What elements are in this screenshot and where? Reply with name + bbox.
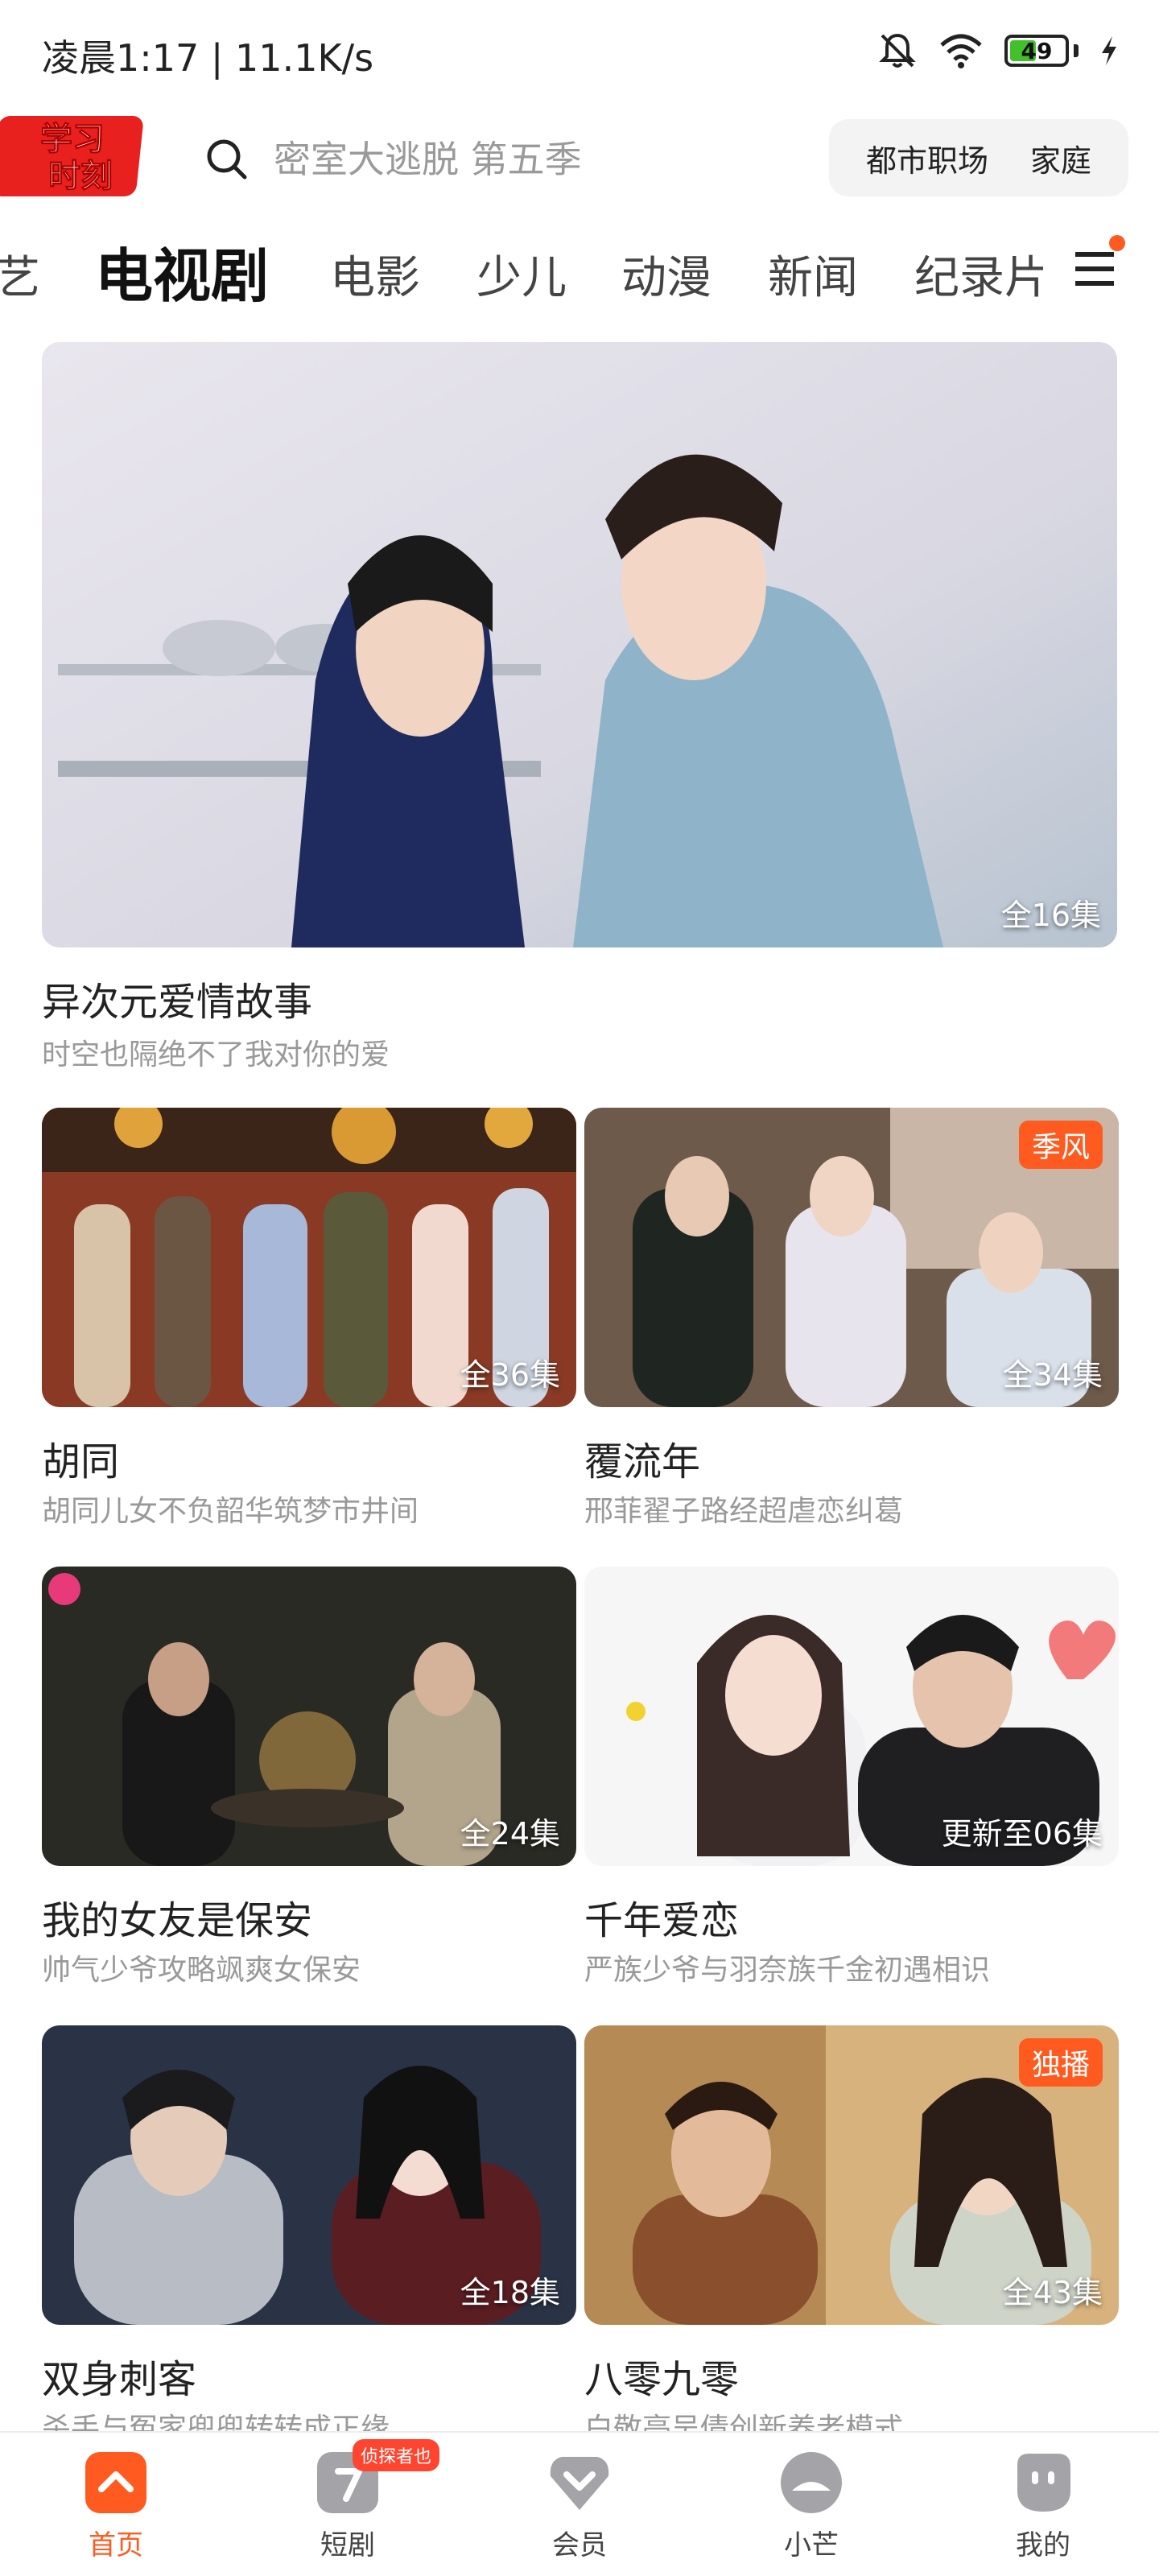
wifi-icon — [940, 34, 982, 68]
drama-title: 覆流年 — [584, 1439, 701, 1484]
notification-dot — [1109, 235, 1125, 251]
tab-tv-series[interactable]: 电视剧 — [95, 229, 269, 313]
featured-title: 异次元爱情故事 — [42, 980, 313, 1025]
svg-text:学习: 学习 — [40, 121, 105, 158]
status-time-speed: 凌晨1:17 | 11.1K/s — [42, 36, 374, 80]
drama-title: 我的女友是保安 — [42, 1898, 313, 1943]
tab-variety[interactable]: 艺 — [0, 242, 40, 307]
tab-anime[interactable]: 动漫 — [621, 242, 711, 307]
tab-movie[interactable]: 电影 — [330, 242, 420, 307]
drama-card[interactable]: 全36集 胡同 胡同儿女不负韶华筑梦市井间 — [42, 1108, 576, 1528]
mute-bell-icon — [879, 33, 916, 68]
charging-icon — [1102, 36, 1116, 65]
drama-title: 胡同 — [42, 1439, 120, 1484]
vip-heart-icon — [550, 2457, 609, 2510]
featured-image — [42, 342, 1117, 947]
logo-graphic: 学习 时刻 — [0, 116, 143, 196]
nav-short-drama-label: 短剧 — [320, 2529, 375, 2562]
home-icon — [85, 2452, 146, 2513]
drama-subtitle: 胡同儿女不负韶华筑梦市井间 — [42, 1495, 419, 1528]
drama-card[interactable]: 季风 全34集 覆流年 邢菲翟子路经超虐恋纠葛 — [584, 1108, 1119, 1528]
xiaomang-icon — [781, 2452, 842, 2513]
featured-subtitle: 时空也隔绝不了我对你的爱 — [42, 1038, 390, 1071]
drama-badge: 季风 — [1018, 1121, 1103, 1169]
hot-tag-family[interactable]: 家庭 — [1030, 136, 1091, 180]
drama-card[interactable]: 独播 全43集 八零九零 白敬亭吴倩创新养老模式 — [584, 2025, 1119, 2433]
tab-documentary[interactable]: 纪录片 — [914, 242, 1043, 307]
search-icon[interactable] — [203, 135, 251, 184]
drama-title: 千年爱恋 — [584, 1898, 740, 1943]
drama-thumbnail: 全36集 — [42, 1108, 576, 1407]
featured-thumbnail: 全16集 — [42, 342, 1117, 947]
drama-thumbnail: 全18集 — [42, 2025, 576, 2325]
tab-kids[interactable]: 少儿 — [476, 242, 567, 307]
drama-title: 双身刺客 — [42, 2357, 197, 2402]
nav-xiaomang-label: 小芒 — [784, 2529, 839, 2562]
featured-card[interactable]: 全16集 异次元爱情故事 时空也隔绝不了我对你的爱 — [42, 342, 1117, 1071]
battery-level: 49 — [1021, 37, 1053, 64]
drama-episodes: 全24集 — [460, 1816, 560, 1852]
profile-icon — [1017, 2454, 1070, 2512]
nav-home-label: 首页 — [89, 2529, 143, 2562]
short-drama-badge: 侦探者也 — [353, 2439, 440, 2471]
drama-thumbnail: 全24集 — [42, 1567, 576, 1866]
drama-card[interactable]: 更新至06集 千年爱恋 严族少爷与羽奈族千金初遇相识 — [584, 1567, 1119, 1987]
drama-episodes: 全18集 — [460, 2275, 560, 2310]
drama-thumbnail: 更新至06集 — [584, 1567, 1119, 1866]
hot-tags: 都市职场 家庭 — [829, 119, 1128, 196]
bottom-nav: 首页 短剧 侦探者也 会员 小芒 我的 — [0, 2431, 1159, 2576]
hot-tag-urban[interactable]: 都市职场 — [866, 136, 988, 180]
drama-thumbnail: 独播 全43集 — [584, 2025, 1119, 2325]
drama-episodes: 全43集 — [1002, 2275, 1103, 2310]
header: 学习 时刻 都市职场 家庭 — [0, 105, 1159, 209]
drama-episodes: 全36集 — [460, 1357, 560, 1393]
nav-vip[interactable]: 会员 — [523, 2449, 636, 2562]
status-bar: 凌晨1:17 | 11.1K/s 49 — [0, 0, 1159, 105]
status-icons: 49 — [877, 31, 1119, 71]
nav-profile[interactable]: 我的 — [987, 2449, 1099, 2562]
nav-vip-label: 会员 — [552, 2529, 607, 2562]
drama-title: 八零九零 — [584, 2357, 740, 2402]
drama-thumbnail: 季风 全34集 — [584, 1108, 1119, 1407]
category-tabs: 艺 电视剧 电影 少儿 动漫 新闻 纪录片 — [0, 217, 1159, 322]
tab-news[interactable]: 新闻 — [768, 242, 858, 307]
drama-card[interactable]: 全18集 双身刺客 杀手与冤家兜兜转转成正缘 — [42, 2025, 576, 2433]
drama-subtitle: 帅气少爷攻略飒爽女保安 — [42, 1954, 361, 1987]
app-logo[interactable]: 学习 时刻 — [0, 108, 149, 204]
nav-profile-label: 我的 — [1016, 2529, 1070, 2562]
battery-tip — [1074, 44, 1079, 57]
featured-episodes: 全16集 — [1000, 898, 1101, 933]
battery-icon: 49 — [1004, 35, 1069, 67]
menu-icon[interactable] — [1070, 245, 1119, 293]
drama-card[interactable]: 全24集 我的女友是保安 帅气少爷攻略飒爽女保安 — [42, 1567, 576, 1987]
drama-episodes: 全34集 — [1002, 1357, 1103, 1393]
nav-xiaomang[interactable]: 小芒 — [755, 2449, 868, 2562]
svg-text:时刻: 时刻 — [48, 158, 113, 195]
drama-subtitle: 严族少爷与羽奈族千金初遇相识 — [584, 1954, 991, 1987]
drama-badge: 独播 — [1018, 2038, 1103, 2087]
drama-subtitle: 杀手与冤家兜兜转转成正缘 — [42, 2413, 390, 2433]
drama-subtitle: 白敬亭吴倩创新养老模式 — [584, 2413, 904, 2433]
nav-home[interactable]: 首页 — [60, 2449, 172, 2562]
search-input[interactable] — [274, 129, 797, 190]
drama-subtitle: 邢菲翟子路经超虐恋纠葛 — [584, 1495, 904, 1528]
nav-short-drama[interactable]: 短剧 侦探者也 — [291, 2439, 440, 2562]
drama-episodes: 更新至06集 — [941, 1816, 1103, 1852]
